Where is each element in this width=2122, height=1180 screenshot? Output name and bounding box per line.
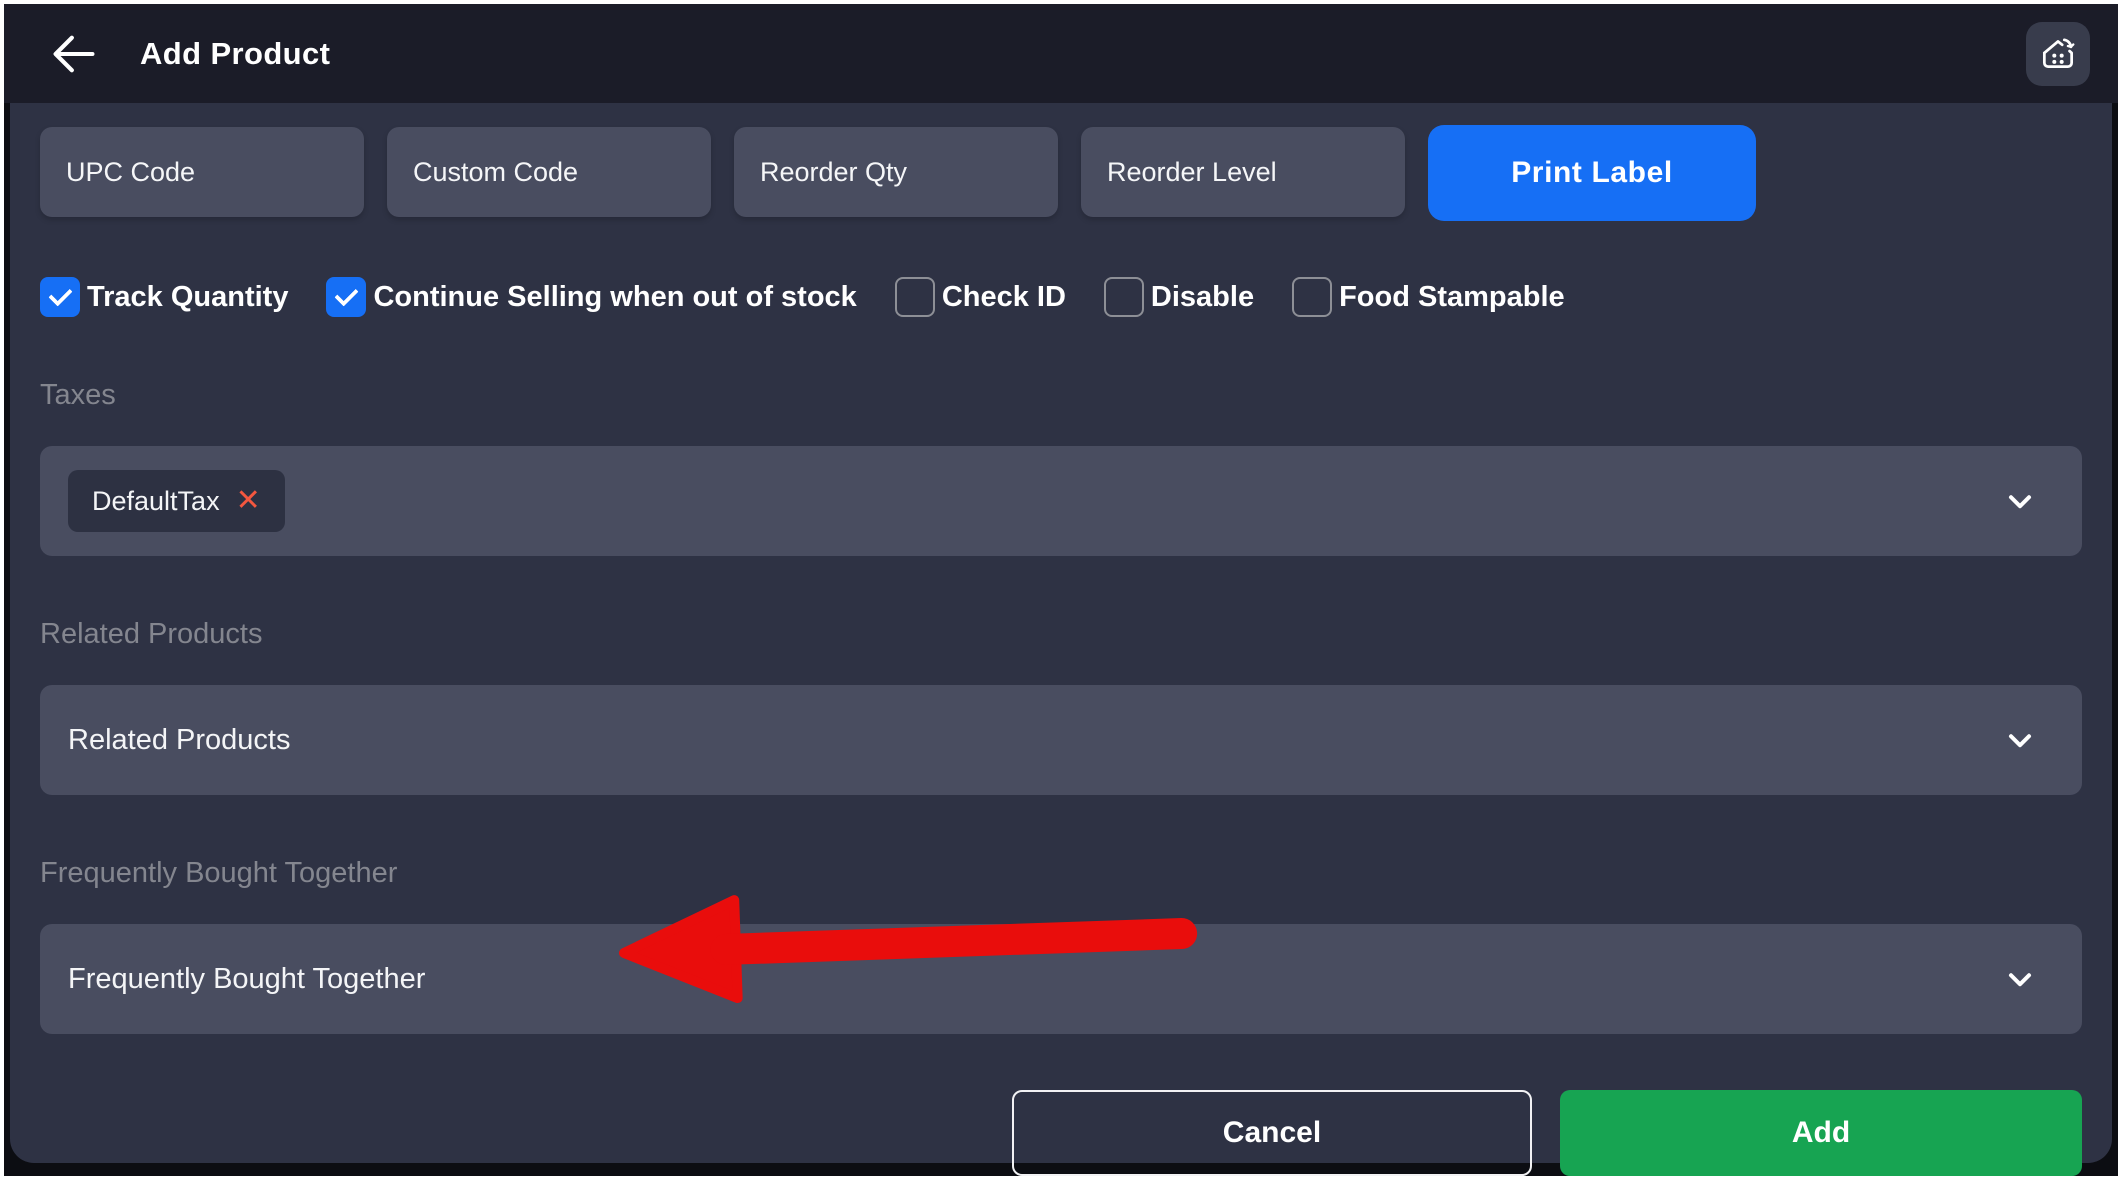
- home-icon: [2037, 33, 2079, 75]
- checkbox-label: Check ID: [942, 281, 1066, 314]
- related-products-dropdown[interactable]: Related Products: [40, 685, 2082, 795]
- frequently-bought-together-section-label: Frequently Bought Together: [40, 857, 2082, 890]
- chip-label: DefaultTax: [92, 486, 220, 517]
- food-stampable-checkbox[interactable]: Food Stampable: [1292, 277, 1565, 317]
- upc-code-placeholder: UPC Code: [66, 157, 195, 188]
- options-row: Track Quantity Continue Selling when out…: [40, 277, 2082, 317]
- header: Add Product: [4, 4, 2118, 103]
- checkbox-icon: [326, 277, 366, 317]
- track-quantity-checkbox[interactable]: Track Quantity: [40, 277, 288, 317]
- reorder-qty-placeholder: Reorder Qty: [760, 157, 907, 188]
- checkbox-label: Continue Selling when out of stock: [373, 281, 856, 314]
- default-tax-chip: DefaultTax ✕: [68, 470, 285, 532]
- cancel-button[interactable]: Cancel: [1012, 1090, 1532, 1176]
- remove-tax-icon[interactable]: ✕: [236, 486, 261, 516]
- checkbox-label: Disable: [1151, 281, 1254, 314]
- checkbox-label: Track Quantity: [87, 281, 288, 314]
- frequently-bought-together-dropdown[interactable]: Frequently Bought Together: [40, 924, 2082, 1034]
- related-products-value: Related Products: [68, 724, 290, 757]
- form-actions: Cancel Add: [40, 1090, 2082, 1176]
- checkbox-icon: [895, 277, 935, 317]
- add-product-screen: Add Product UPC Code: [0, 0, 2122, 1180]
- chevron-down-icon: [2002, 961, 2038, 997]
- checkbox-icon: [1292, 277, 1332, 317]
- continue-selling-checkbox[interactable]: Continue Selling when out of stock: [326, 277, 856, 317]
- chevron-down-icon: [2002, 722, 2038, 758]
- frequently-bought-together-value: Frequently Bought Together: [68, 963, 425, 996]
- checkbox-icon: [40, 277, 80, 317]
- check-id-checkbox[interactable]: Check ID: [895, 277, 1066, 317]
- print-label-button[interactable]: Print Label: [1428, 125, 1756, 221]
- add-button[interactable]: Add: [1560, 1090, 2082, 1176]
- custom-code-placeholder: Custom Code: [413, 157, 578, 188]
- form-panel: UPC Code Custom Code Reorder Qty Reorder…: [10, 103, 2112, 1163]
- reorder-level-input[interactable]: Reorder Level: [1081, 127, 1405, 217]
- upc-code-input[interactable]: UPC Code: [40, 127, 364, 217]
- back-button[interactable]: [46, 26, 102, 82]
- taxes-section-label: Taxes: [40, 379, 2082, 412]
- home-button[interactable]: [2026, 22, 2090, 86]
- related-products-section-label: Related Products: [40, 618, 2082, 651]
- checkbox-label: Food Stampable: [1339, 281, 1565, 314]
- checkbox-icon: [1104, 277, 1144, 317]
- taxes-dropdown[interactable]: DefaultTax ✕: [40, 446, 2082, 556]
- disable-checkbox[interactable]: Disable: [1104, 277, 1254, 317]
- reorder-qty-input[interactable]: Reorder Qty: [734, 127, 1058, 217]
- custom-code-input[interactable]: Custom Code: [387, 127, 711, 217]
- code-fields-row: UPC Code Custom Code Reorder Qty Reorder…: [40, 127, 2082, 221]
- page-title: Add Product: [140, 36, 330, 72]
- chevron-down-icon: [2002, 483, 2038, 519]
- reorder-level-placeholder: Reorder Level: [1107, 157, 1277, 188]
- arrow-left-icon: [48, 28, 100, 80]
